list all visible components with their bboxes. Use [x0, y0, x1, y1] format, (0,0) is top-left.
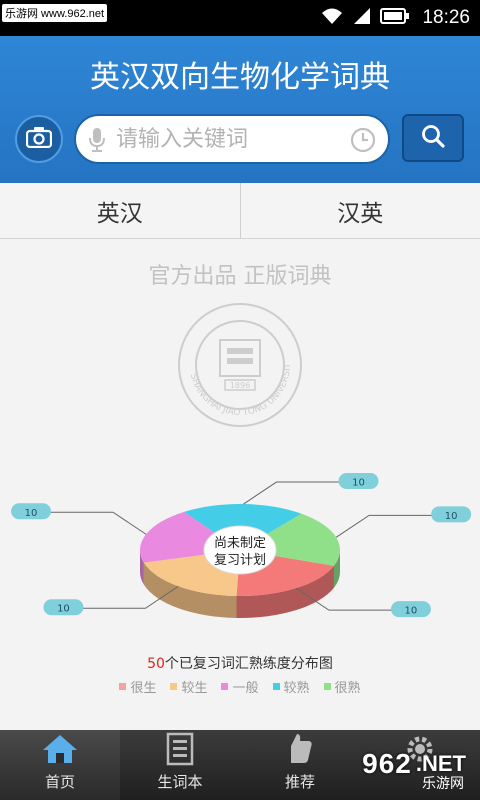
- legend-swatch: [170, 683, 178, 690]
- nav-recommend[interactable]: 推荐: [240, 730, 360, 800]
- legend-swatch: [119, 683, 127, 690]
- pie-data-label: 10: [445, 511, 458, 522]
- nav-vocabulary-label: 生词本: [157, 773, 203, 791]
- search-box: [74, 114, 390, 164]
- signal-icon: [352, 6, 372, 30]
- camera-icon: [25, 126, 53, 152]
- pie-callout-line: [43, 511, 147, 535]
- tab-english-chinese[interactable]: 英汉: [0, 183, 240, 238]
- direction-tabs: 英汉 汉英: [0, 183, 480, 239]
- chart-title: 50个已复习词汇熟练度分布图: [0, 653, 480, 673]
- svg-text:1896: 1896: [230, 381, 250, 390]
- pie-data-label: 10: [405, 606, 418, 617]
- watermark-subtext: 乐游网: [422, 776, 464, 792]
- legend-label: 较生: [181, 681, 208, 696]
- proficiency-pie-chart: 尚未制定复习计划 10 10 10 10 10: [11, 473, 472, 618]
- app-header: 英汉双向生物化学词典: [0, 36, 480, 183]
- slogan: 官方出品 正版词典: [148, 264, 332, 289]
- legend-swatch: [323, 683, 331, 690]
- notebook-icon: [165, 731, 195, 767]
- legend-label: 很熟: [334, 681, 361, 696]
- battery-icon: [380, 7, 410, 29]
- legend-label: 一般: [232, 681, 259, 696]
- reviewed-count: 50: [147, 656, 165, 672]
- search-input[interactable]: [116, 121, 346, 157]
- pie-center-label: 尚未制定: [214, 536, 266, 551]
- chart-legend: 很生 较生 一般 较熟 很熟: [0, 677, 480, 696]
- pie-data-label: 10: [57, 604, 70, 615]
- history-clock-icon[interactable]: [350, 127, 376, 157]
- watermark-number: 962: [362, 748, 412, 779]
- university-emblem-logo: SHANGHAI JIAO TONG UNIVERSITY 1896: [171, 293, 305, 430]
- wifi-icon: [320, 6, 344, 30]
- nav-home-label: 首页: [44, 773, 75, 791]
- legend-item: 很生: [119, 677, 156, 696]
- pie-callout-line: [335, 514, 440, 538]
- pie-data-label: 10: [25, 508, 38, 519]
- pie-data-label: 10: [352, 478, 365, 489]
- nav-home[interactable]: 首页: [0, 730, 120, 800]
- status-bar: 乐游网 www.962.net 18:26: [0, 0, 480, 36]
- status-time: 18:26: [422, 7, 470, 28]
- legend-item: 较熟: [272, 677, 310, 696]
- nav-recommend-label: 推荐: [284, 773, 315, 791]
- legend-swatch: [221, 683, 229, 690]
- camera-button[interactable]: [15, 115, 63, 163]
- thumbs-up-icon: [285, 731, 315, 767]
- watermark-label: 乐游网 www.962.net: [2, 4, 108, 22]
- chart-title-text: 个已复习词汇熟练度分布图: [164, 656, 333, 672]
- legend-swatch: [272, 683, 280, 690]
- home-icon: [41, 731, 79, 767]
- legend-item: 一般: [221, 677, 259, 696]
- app-title: 英汉双向生物化学词典: [90, 60, 390, 95]
- tab-chinese-english[interactable]: 汉英: [239, 183, 480, 238]
- nav-vocabulary[interactable]: 生词本: [120, 730, 240, 800]
- search-icon: [420, 123, 446, 153]
- legend-item: 较生: [170, 677, 207, 696]
- pie-callout-line: [243, 481, 347, 505]
- status-icons: 18:26: [320, 0, 470, 36]
- search-button[interactable]: [402, 114, 464, 162]
- pie-center-label: 复习计划: [214, 553, 266, 568]
- microphone-icon[interactable]: [88, 127, 106, 157]
- legend-label: 较熟: [283, 681, 310, 696]
- legend-label: 很生: [130, 681, 157, 696]
- legend-item: 很熟: [323, 677, 361, 696]
